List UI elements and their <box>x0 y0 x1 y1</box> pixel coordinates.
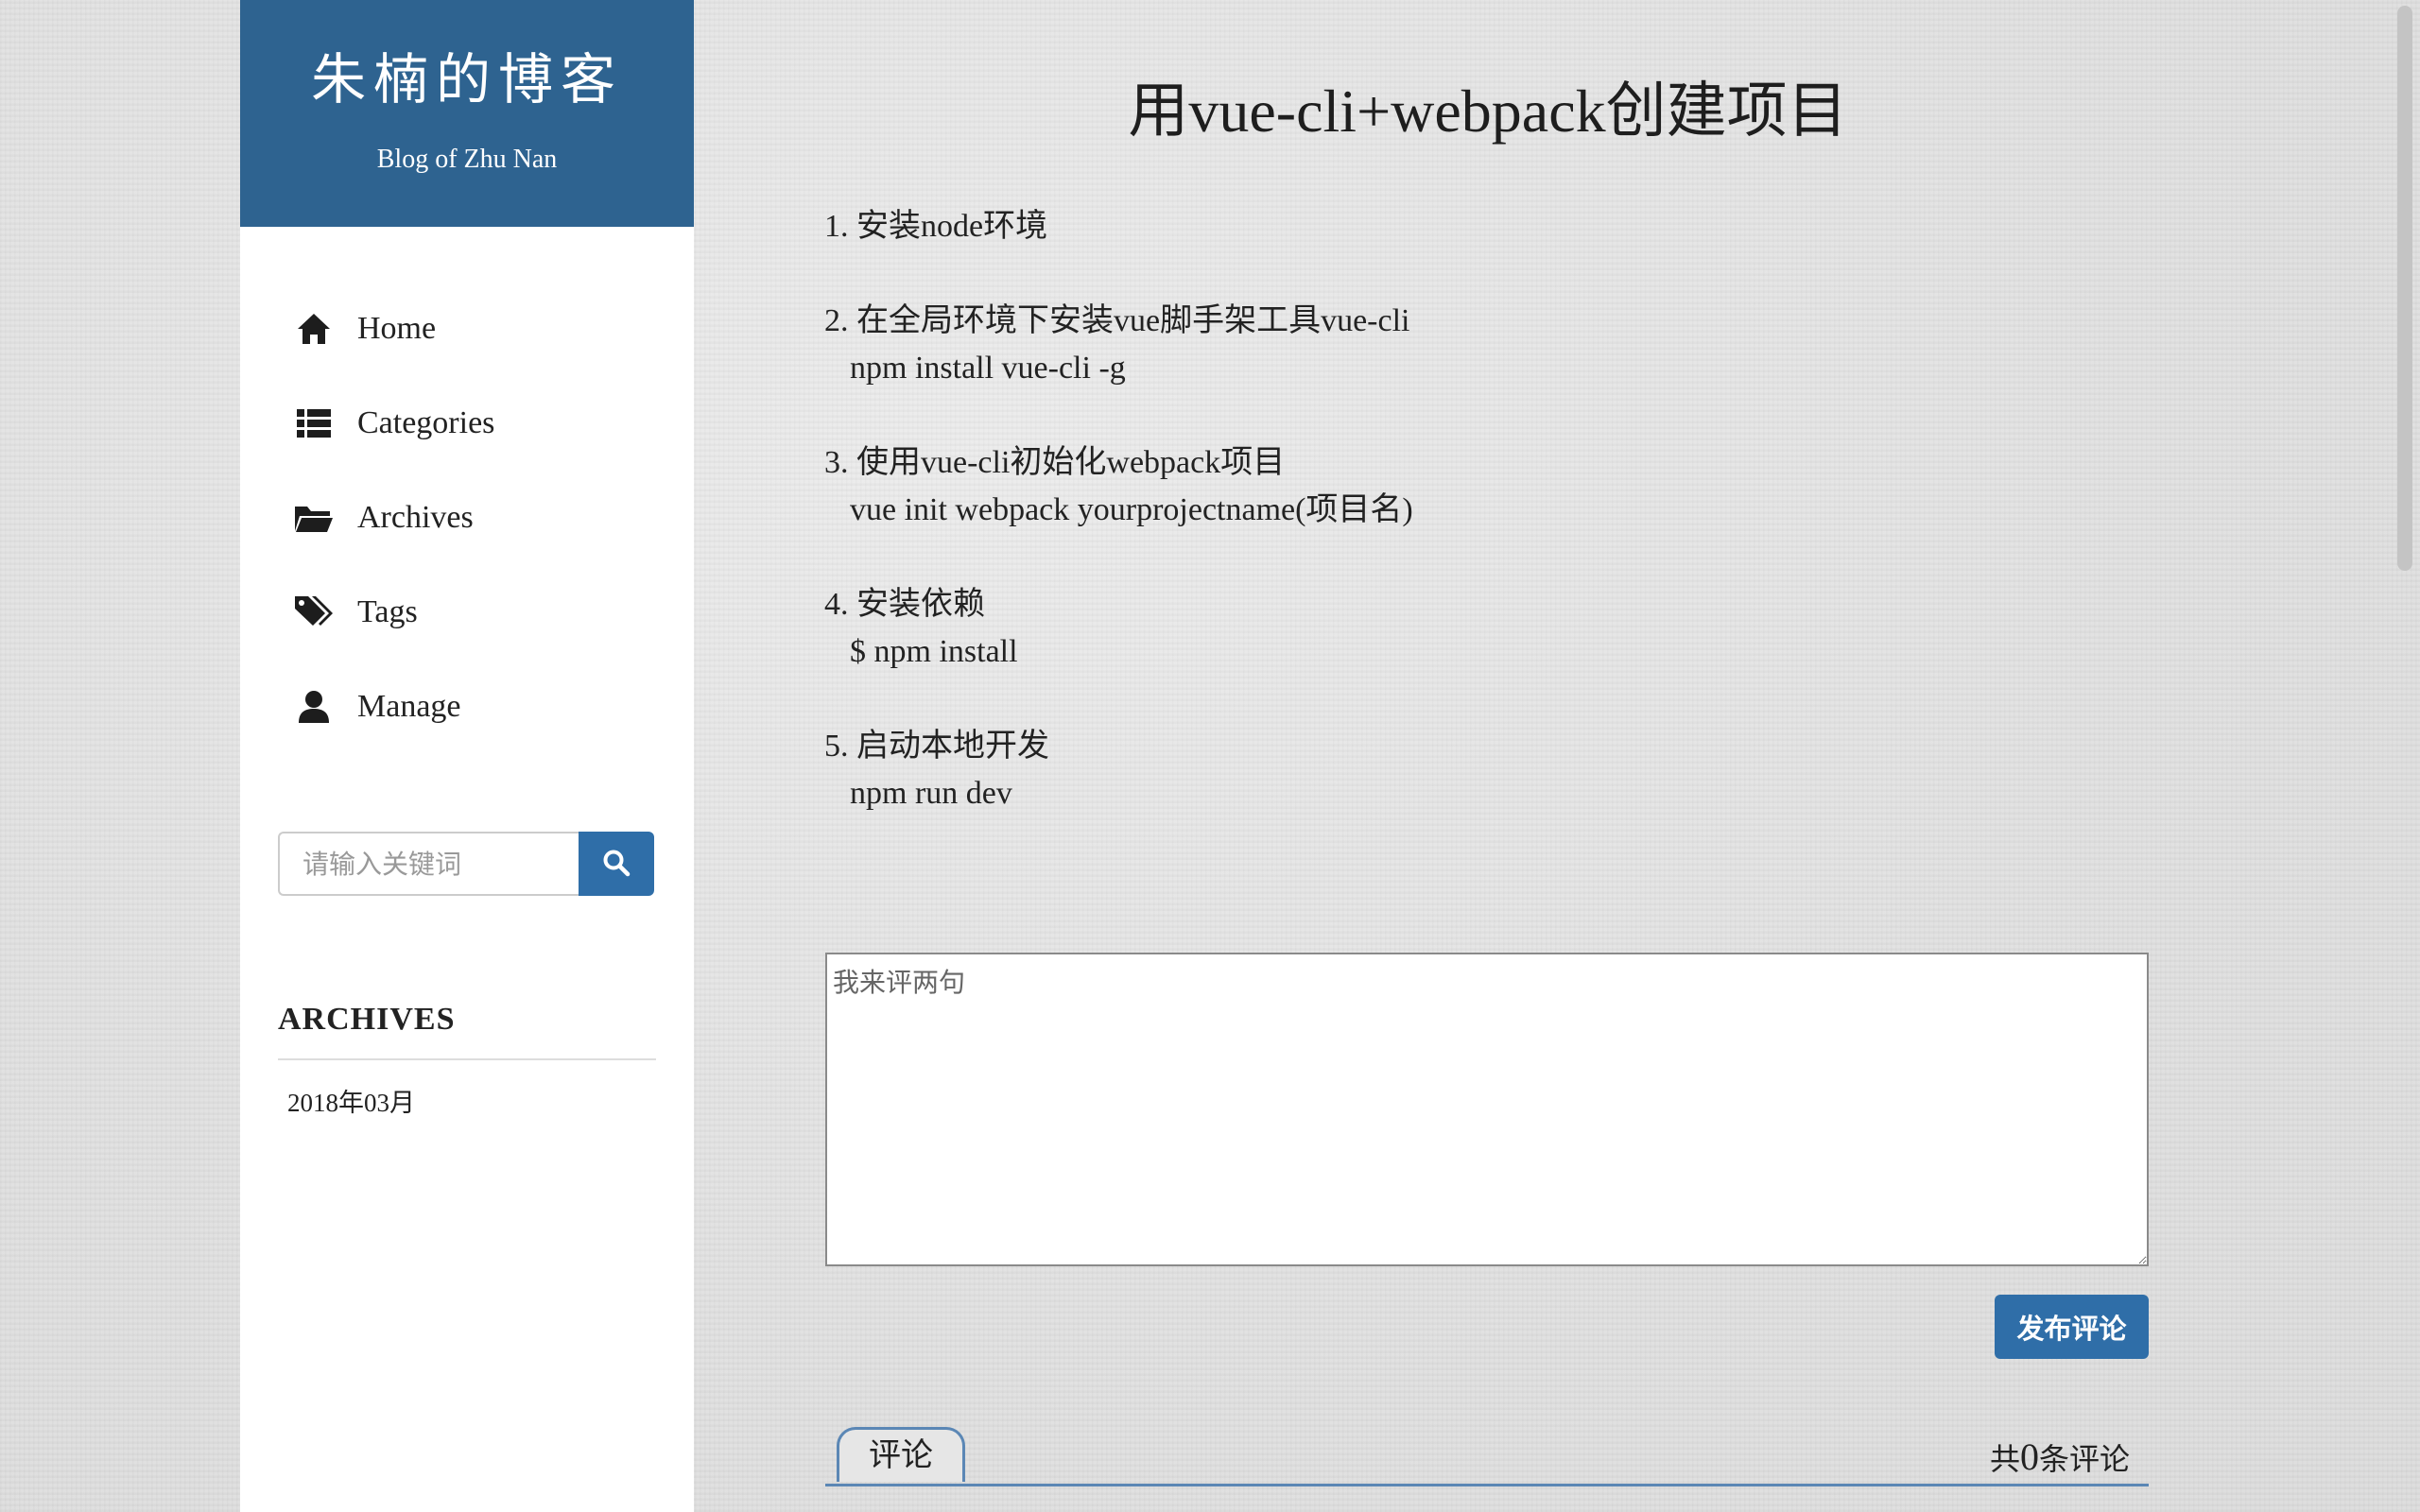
step-command: npm run dev <box>850 776 1012 811</box>
tab-comments[interactable]: 评论 <box>837 1427 965 1482</box>
step-text: 3. 使用vue-cli初始化webpack项目 <box>824 445 1286 480</box>
post-body: 1. 安装node环境 2. 在全局环境下安装vue脚手架工具vue-cli n… <box>824 203 2148 865</box>
nav-item-tags[interactable]: Tags <box>293 584 418 641</box>
step-command: npm install vue-cli -g <box>850 351 1126 386</box>
comment-count-prefix: 共 <box>1989 1442 2020 1476</box>
home-icon <box>293 308 335 350</box>
post-step-3: 3. 使用vue-cli初始化webpack项目 vue init webpac… <box>824 439 2148 534</box>
post-step-1: 1. 安装node环境 <box>824 203 2148 250</box>
publish-comment-button[interactable]: 发布评论 <box>1995 1295 2149 1359</box>
step-text: 4. 安装依赖 <box>824 587 985 622</box>
post-step-2: 2. 在全局环境下安装vue脚手架工具vue-cli npm install v… <box>824 298 2148 392</box>
user-icon <box>293 686 335 728</box>
search-input[interactable] <box>278 832 579 896</box>
archives-heading: ARCHIVES <box>278 1002 456 1037</box>
blog-title[interactable]: 朱楠的博客 <box>240 47 694 112</box>
search-button[interactable] <box>579 832 654 896</box>
comments-header: 评论 共0条评论 <box>825 1425 2149 1486</box>
comment-count: 共0条评论 <box>1990 1435 2130 1479</box>
list-icon <box>293 403 335 444</box>
search-icon <box>602 849 631 880</box>
nav-label-home: Home <box>357 311 437 346</box>
blog-subtitle: Blog of Zhu Nan <box>376 145 558 174</box>
nav-item-categories[interactable]: Categories <box>293 395 494 452</box>
search-form <box>278 832 654 896</box>
tags-icon <box>293 592 335 633</box>
step-text: 1. 安装node环境 <box>824 209 1048 244</box>
nav-label-archives: Archives <box>357 500 474 535</box>
step-text: 5. 启动本地开发 <box>824 729 1049 764</box>
blog-header: 朱楠的博客 Blog of Zhu Nan <box>240 0 694 227</box>
archives-divider <box>278 1058 656 1060</box>
step-command: $ npm install <box>850 634 1018 669</box>
nav-label-categories: Categories <box>357 405 495 440</box>
post-step-4: 4. 安装依赖 $ npm install <box>824 581 2148 676</box>
scrollbar-thumb[interactable] <box>2397 6 2412 571</box>
page-scrollbar[interactable] <box>2394 0 2420 1512</box>
step-command: vue init webpack yourprojectname(项目名) <box>850 492 1413 527</box>
nav-label-manage: Manage <box>357 689 461 724</box>
post-step-5: 5. 启动本地开发 npm run dev <box>824 723 2148 817</box>
nav-item-manage[interactable]: Manage <box>293 679 461 735</box>
comment-count-suffix: 条评论 <box>2038 1442 2130 1476</box>
step-text: 2. 在全局环境下安装vue脚手架工具vue-cli <box>824 303 1410 338</box>
comment-count-number: 0 <box>2019 1435 2039 1478</box>
folder-open-icon <box>293 497 335 539</box>
post-title: 用vue-cli+webpack创建项目 <box>1128 77 1848 145</box>
archive-link-2018-03[interactable]: 2018年03月 <box>287 1082 415 1119</box>
nav-item-home[interactable]: Home <box>293 301 436 357</box>
comment-textarea[interactable] <box>825 953 2149 1266</box>
nav-label-tags: Tags <box>357 594 418 629</box>
nav-item-archives[interactable]: Archives <box>293 490 474 546</box>
sidebar: 朱楠的博客 Blog of Zhu Nan Home Categories Ar… <box>240 0 694 1512</box>
